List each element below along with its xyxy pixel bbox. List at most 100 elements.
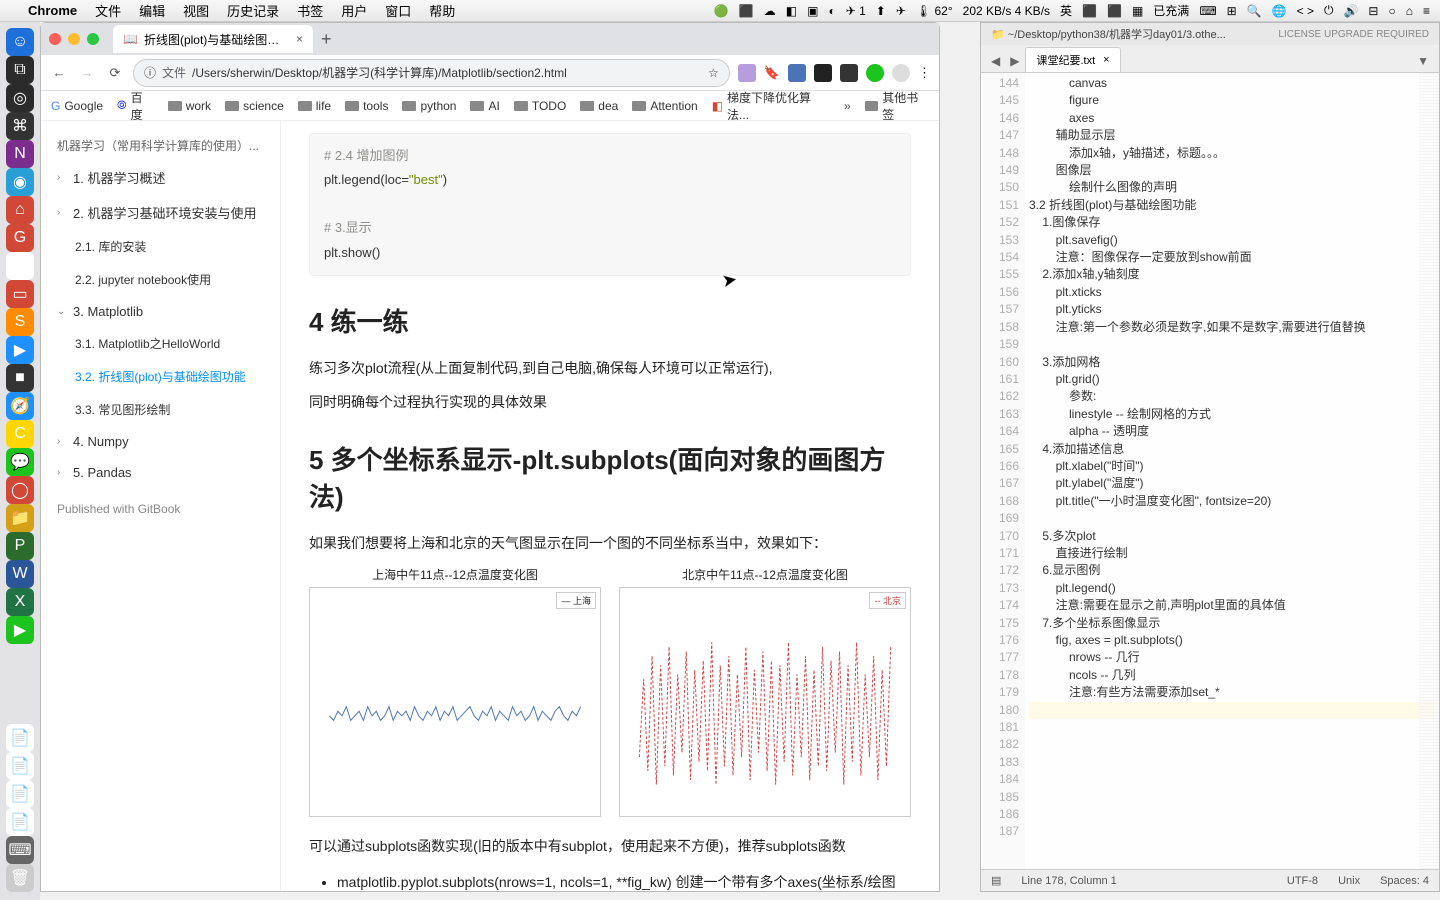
- dock-app-icon[interactable]: ◎: [6, 84, 34, 112]
- dock-app-icon[interactable]: ⌂: [6, 196, 34, 224]
- status-indent[interactable]: Spaces: 4: [1380, 875, 1429, 887]
- sidebar-subitem[interactable]: 2.2. jupyter notebook使用: [41, 263, 280, 296]
- forward-button[interactable]: →: [77, 65, 97, 80]
- bookmark-ai[interactable]: AI: [470, 99, 499, 113]
- dock-app-icon[interactable]: N: [6, 140, 34, 168]
- sidebar-item[interactable]: ›4. Numpy: [41, 426, 280, 457]
- bookmark-tools[interactable]: tools: [345, 99, 388, 113]
- menubar-status-icon[interactable]: 202 KB/s 4 KB/s: [963, 4, 1050, 18]
- menu-edit[interactable]: 编辑: [139, 1, 165, 20]
- menubar-status-icon[interactable]: 英: [1060, 2, 1072, 19]
- dock-app-icon[interactable]: ■: [6, 364, 34, 392]
- tab-next-icon[interactable]: ▶: [1006, 50, 1023, 72]
- dock-app-icon[interactable]: 🗑: [6, 864, 34, 892]
- menubar-status-icon[interactable]: ✈ 1: [846, 4, 866, 18]
- menubar-status-icon[interactable]: 已充满: [1153, 2, 1189, 19]
- menu-window[interactable]: 窗口: [385, 1, 411, 20]
- dock-app-icon[interactable]: ◯: [6, 476, 34, 504]
- menubar-status-icon[interactable]: ◧: [786, 4, 797, 18]
- bookmark-python[interactable]: python: [402, 99, 456, 113]
- menubar-status-icon[interactable]: 🔊: [1343, 4, 1358, 18]
- bookmark-dea[interactable]: dea: [580, 99, 618, 113]
- menubar-status-icon[interactable]: ✈: [896, 4, 906, 18]
- maximize-icon[interactable]: [87, 33, 99, 45]
- menubar-status-icon[interactable]: ⏻: [1324, 3, 1334, 18]
- extension-icon[interactable]: [814, 64, 832, 82]
- status-sidebar-icon[interactable]: ▤: [991, 874, 1001, 887]
- menubar-status-icon[interactable]: ▣: [807, 4, 818, 18]
- menubar-status-icon[interactable]: ⬛: [1082, 4, 1097, 18]
- dock-app-icon[interactable]: ⌘: [6, 112, 34, 140]
- address-bar[interactable]: ⓘ 文件 /Users/sherwin/Desktop/机器学习(科学计算库)/…: [133, 59, 730, 87]
- sidebar-item[interactable]: ›1. 机器学习概述: [41, 160, 280, 195]
- menubar-status-icon[interactable]: ⌨: [1199, 4, 1216, 18]
- dock-app-icon[interactable]: G: [6, 224, 34, 252]
- bookmark-todo[interactable]: TODO: [514, 99, 566, 113]
- dock-app-icon[interactable]: ⌨: [6, 836, 34, 864]
- sidebar-subitem[interactable]: 3.2. 折线图(plot)与基础绘图功能: [41, 360, 280, 393]
- gitbook-sidebar[interactable]: 机器学习（常用科学计算库的使用）... ›1. 机器学习概述›2. 机器学习基础…: [41, 121, 281, 891]
- dock-app-icon[interactable]: 📁: [6, 504, 34, 532]
- extension-icon[interactable]: [840, 64, 858, 82]
- sidebar-subitem[interactable]: 3.3. 常见图形绘制: [41, 393, 280, 426]
- code-area[interactable]: canvas figure axes 辅助显示层 添加x轴，y轴描述，标题。。。…: [1025, 73, 1439, 869]
- dock-app-icon[interactable]: W: [6, 560, 34, 588]
- dock-app-icon[interactable]: 📄: [6, 780, 34, 808]
- menubar-status-icon[interactable]: < >: [1297, 4, 1314, 18]
- dock-app-icon[interactable]: 🧭: [6, 392, 34, 420]
- close-icon[interactable]: [49, 33, 61, 45]
- bookmark-life[interactable]: life: [298, 99, 331, 113]
- bookmark-google[interactable]: GGoogle: [51, 99, 103, 113]
- menubar-status-icon[interactable]: ⊟: [1368, 4, 1378, 18]
- dock-app-icon[interactable]: ◉: [6, 168, 34, 196]
- menubar-status-icon[interactable]: ⌂: [1406, 4, 1413, 18]
- menubar-status-icon[interactable]: ○: [1388, 4, 1395, 18]
- bookmark-attention[interactable]: Attention: [632, 99, 697, 113]
- extension-icon[interactable]: [788, 64, 806, 82]
- status-encoding[interactable]: UTF-8: [1287, 875, 1318, 887]
- minimize-icon[interactable]: [68, 33, 80, 45]
- dock-app-icon[interactable]: ▶: [6, 336, 34, 364]
- bookmark-science[interactable]: science: [225, 99, 284, 113]
- dock-app-icon[interactable]: ▶: [6, 616, 34, 644]
- dock-app-icon[interactable]: P: [6, 532, 34, 560]
- tabs-dropdown-icon[interactable]: ▼: [1413, 50, 1433, 72]
- dock-app-icon[interactable]: S: [6, 308, 34, 336]
- menubar-status-icon[interactable]: 🟢: [714, 4, 729, 18]
- dock-app-icon[interactable]: 📄: [6, 752, 34, 780]
- menu-user[interactable]: 用户: [341, 1, 367, 20]
- main-content[interactable]: # 2.4 增加图例 plt.legend(loc="best") # 3.显示…: [281, 121, 939, 891]
- menubar-status-icon[interactable]: ☁: [764, 4, 776, 18]
- bookmark-grad[interactable]: ◧梯度下降优化算法...: [712, 89, 830, 123]
- dock-app-icon[interactable]: ☺: [6, 28, 34, 56]
- sidebar-subitem[interactable]: 2.1. 库的安装: [41, 230, 280, 263]
- menubar-status-icon[interactable]: ▦: [1132, 4, 1143, 18]
- minimap[interactable]: [1419, 73, 1439, 869]
- editor-tab[interactable]: 课堂纪要.txt ×: [1025, 47, 1120, 72]
- dock-app-icon[interactable]: ▭: [6, 280, 34, 308]
- menu-bookmarks[interactable]: 书签: [297, 1, 323, 20]
- tab-prev-icon[interactable]: ◀: [987, 50, 1004, 72]
- bookmark-work[interactable]: work: [168, 99, 211, 113]
- extension-icon[interactable]: [892, 64, 910, 82]
- menubar-status-icon[interactable]: ⬆: [876, 4, 886, 18]
- menubar-status-icon[interactable]: ⊞: [1227, 4, 1237, 18]
- browser-tab[interactable]: 📖 折线图(plot)与基础绘图功能 | 机 ×: [113, 25, 313, 53]
- sidebar-item[interactable]: ›2. 机器学习基础环境安装与使用: [41, 195, 280, 230]
- menubar-status-icon[interactable]: ⬛: [1107, 4, 1122, 18]
- dock-app-icon[interactable]: ⧉: [6, 56, 34, 84]
- status-lineending[interactable]: Unix: [1338, 875, 1360, 887]
- app-name[interactable]: Chrome: [28, 3, 77, 18]
- info-icon[interactable]: ⓘ: [144, 64, 156, 81]
- sidebar-item[interactable]: ⌄3. Matplotlib: [41, 296, 280, 327]
- extension-icon[interactable]: [738, 64, 756, 82]
- menubar-status-icon[interactable]: ◐: [828, 4, 835, 18]
- reload-button[interactable]: ⟳: [105, 65, 125, 81]
- bookmark-baidu[interactable]: ⦾百度: [117, 89, 154, 123]
- bookmark-other[interactable]: 其他书签: [865, 89, 929, 123]
- menubar-status-icon[interactable]: ≡: [1423, 4, 1430, 18]
- sidebar-subitem[interactable]: 3.1. Matplotlib之HelloWorld: [41, 327, 280, 360]
- editor-body[interactable]: 1441451461471481491501511521531541551561…: [981, 73, 1439, 869]
- dock-app-icon[interactable]: X: [6, 588, 34, 616]
- dock-app-icon[interactable]: C: [6, 420, 34, 448]
